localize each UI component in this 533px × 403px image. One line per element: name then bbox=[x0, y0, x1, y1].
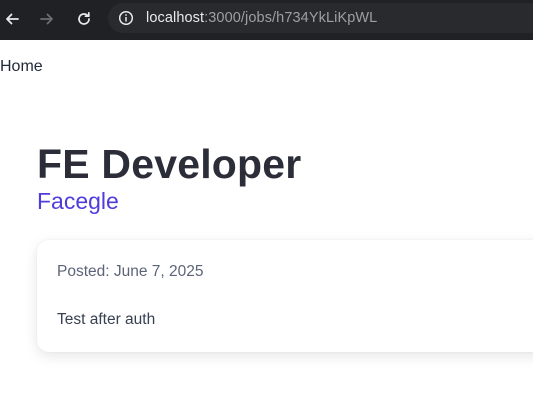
reload-icon bbox=[78, 11, 90, 25]
job-description: Test after auth bbox=[57, 311, 156, 328]
posted-date: Posted: June 7, 2025 bbox=[57, 263, 204, 280]
arrow-right-icon bbox=[40, 13, 53, 25]
home-link[interactable]: Home bbox=[0, 58, 43, 75]
url-host: localhost bbox=[146, 10, 205, 26]
url-path: :3000/jobs/h734YkLiKpWL bbox=[204, 10, 378, 26]
job-title: FE Developer bbox=[37, 141, 302, 187]
back-button[interactable] bbox=[0, 7, 24, 31]
forward-button[interactable] bbox=[35, 7, 59, 31]
browser-toolbar: localhost:3000/jobs/h734YkLiKpWL bbox=[0, 0, 533, 40]
address-bar[interactable]: localhost:3000/jobs/h734YkLiKpWL bbox=[108, 3, 533, 33]
company-name: Facegle bbox=[37, 188, 119, 214]
info-circle-icon[interactable] bbox=[118, 10, 134, 26]
job-details-card: Posted: June 7, 2025 Test after auth bbox=[37, 240, 533, 352]
url-text[interactable]: localhost:3000/jobs/h734YkLiKpWL bbox=[146, 9, 377, 27]
arrow-left-icon bbox=[6, 13, 19, 25]
top-navigation: Home bbox=[0, 57, 43, 77]
reload-button[interactable] bbox=[72, 7, 96, 31]
